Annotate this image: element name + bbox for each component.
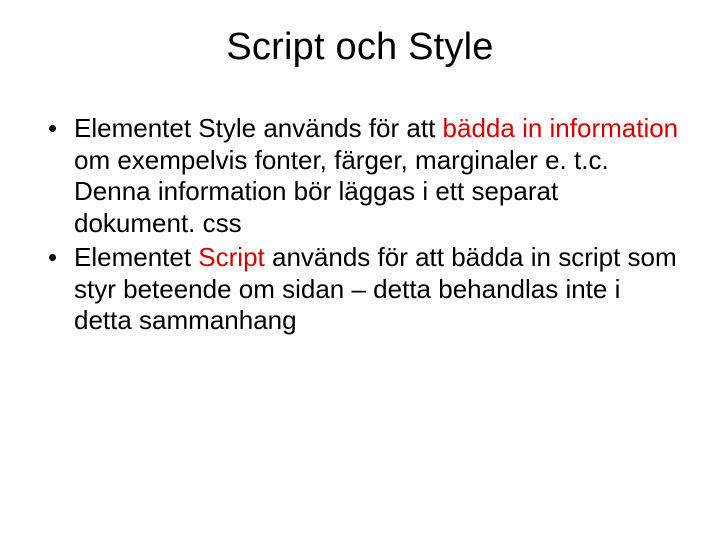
slide-title: Script och Style (40, 26, 680, 69)
bullet-item: Elementet Script används för att bädda i… (46, 242, 680, 337)
bullet-text: Elementet Style används för att (74, 113, 443, 143)
slide: Script och Style Elementet Style används… (0, 0, 720, 540)
bullet-list: Elementet Style används för att bädda in… (46, 113, 680, 337)
bullet-item: Elementet Style används för att bädda in… (46, 113, 680, 240)
bullet-highlight: Script (198, 242, 264, 272)
bullet-highlight: bädda in information (443, 113, 679, 143)
bullet-text: om exempelvis fonter, färger, marginaler… (74, 145, 609, 238)
bullet-text: Elementet (74, 242, 198, 272)
